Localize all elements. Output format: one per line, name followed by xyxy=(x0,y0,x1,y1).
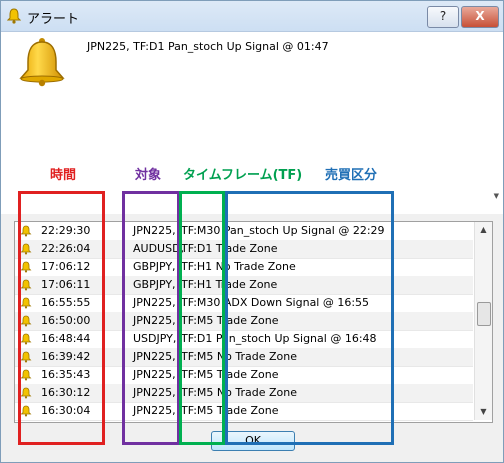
highlight-timeframe-column xyxy=(179,191,225,445)
annotation-category: 売買区分 xyxy=(325,168,378,183)
scroll-down-icon[interactable]: ▼ xyxy=(494,192,499,200)
bell-icon xyxy=(19,38,65,87)
scrollbar-thumb[interactable] xyxy=(477,302,491,326)
scroll-up-icon[interactable]: ▲ xyxy=(475,222,492,238)
scroll-down-icon[interactable]: ▼ xyxy=(475,404,492,420)
highlight-category-column xyxy=(225,191,394,445)
close-button[interactable]: X xyxy=(461,6,499,28)
bell-icon xyxy=(7,8,21,24)
annotation-time: 時間 xyxy=(50,168,77,183)
annotation-timeframe: タイムフレーム(TF) xyxy=(183,168,303,183)
list-scrollbar[interactable]: ▲ ▼ xyxy=(474,222,492,420)
highlight-target-column xyxy=(122,191,180,445)
alert-window: アラート ? X JPN225, TF:D1 Pan_stoch Up Sign… xyxy=(0,0,504,463)
annotation-target: 対象 xyxy=(135,168,162,183)
window-title: アラート xyxy=(27,12,80,27)
message-area: JPN225, TF:D1 Pan_stoch Up Signal @ 01:4… xyxy=(1,32,503,214)
title-bar: アラート ? X xyxy=(1,1,503,32)
help-button[interactable]: ? xyxy=(427,6,459,28)
highlight-time-column xyxy=(18,191,105,445)
alert-message: JPN225, TF:D1 Pan_stoch Up Signal @ 01:4… xyxy=(87,40,329,53)
